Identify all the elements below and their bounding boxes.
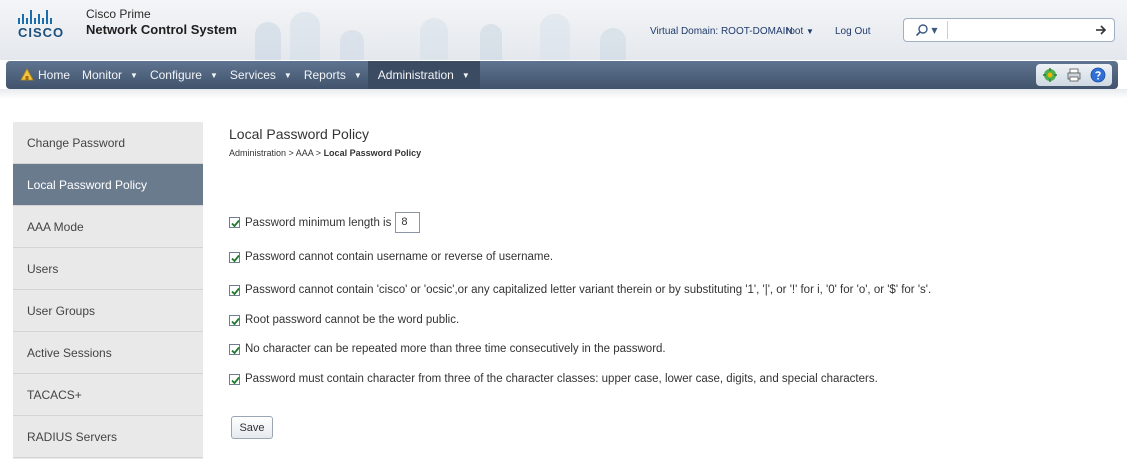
- search-input[interactable]: [952, 22, 1082, 38]
- nav-reports[interactable]: Reports ▼: [298, 61, 368, 89]
- checkmark-icon: [231, 287, 240, 295]
- sidebar-item-label: AAA Mode: [27, 219, 84, 234]
- nav-administration[interactable]: Administration ▼: [367, 61, 480, 89]
- product-name-line2: Network Control System: [86, 22, 237, 37]
- chevron-down-icon: ▼: [353, 70, 362, 80]
- header-decoration: [340, 30, 364, 60]
- breadcrumb-current: Local Password Policy: [323, 148, 422, 158]
- logout-link[interactable]: Log Out: [835, 26, 871, 37]
- header-decoration: [255, 22, 281, 60]
- sidebar-item-radius-servers[interactable]: RADIUS Servers: [13, 416, 203, 458]
- sidebar-item-label: Active Sessions: [27, 345, 112, 360]
- chevron-down-icon: ▼: [209, 70, 218, 80]
- sidebar-item-local-password-policy[interactable]: Local Password Policy: [13, 164, 203, 206]
- sidebar-item-tacacs[interactable]: TACACS+: [13, 374, 203, 416]
- settings-icon[interactable]: [1042, 67, 1058, 83]
- sidebar-item-user-groups[interactable]: User Groups: [13, 290, 203, 332]
- rule-label: Password cannot contain username or reve…: [245, 251, 554, 263]
- rule-checkbox[interactable]: [229, 343, 240, 355]
- chevron-down-icon: ▼: [461, 70, 470, 80]
- user-menu[interactable]: root ▼: [786, 26, 814, 37]
- sidebar-item-users[interactable]: Users: [13, 248, 203, 290]
- app-header: CISCO Cisco Prime Network Control System…: [0, 0, 1127, 60]
- sidebar-item-aaa-mode[interactable]: AAA Mode: [13, 206, 203, 248]
- nav-configure-label: Configure: [149, 68, 202, 82]
- sidebar-item-label: RADIUS Servers: [27, 429, 118, 444]
- cisco-logo: CISCO: [18, 8, 72, 42]
- nav-shadow-strip: [0, 89, 1127, 99]
- nav-monitor[interactable]: Monitor ▼: [76, 61, 144, 89]
- sidebar-item-label: Local Password Policy: [27, 177, 148, 192]
- search-icon: [916, 24, 929, 37]
- search-box: ▼: [903, 18, 1115, 42]
- chevron-down-icon: ▼: [931, 25, 938, 35]
- save-button[interactable]: Save: [231, 416, 273, 439]
- rule-label: Root password cannot be the word public.: [245, 314, 460, 326]
- nav-configure[interactable]: Configure ▼: [144, 61, 224, 89]
- product-name-line1: Cisco Prime: [86, 7, 151, 21]
- cisco-bars-icon: [18, 8, 72, 24]
- cisco-wordmark: CISCO: [18, 25, 65, 40]
- home-icon: [20, 68, 34, 81]
- checkmark-icon: [231, 254, 240, 262]
- search-scope-selector[interactable]: ▼: [906, 21, 948, 39]
- main-nav: Home Monitor ▼ Configure ▼ Services ▼ Re…: [6, 61, 1118, 89]
- toolbar-icons: [1036, 64, 1112, 86]
- sidebar-item-label: User Groups: [27, 303, 96, 318]
- sidebar: Change Password Local Password Policy AA…: [13, 122, 203, 459]
- sidebar-item-label: Change Password: [27, 135, 126, 150]
- breadcrumb: Administration > AAA > Local Password Po…: [229, 148, 421, 158]
- rule-label: No character can be repeated more than t…: [245, 343, 666, 355]
- sidebar-item-change-password[interactable]: Change Password: [13, 122, 203, 164]
- sidebar-item-label: TACACS+: [27, 387, 82, 402]
- help-icon[interactable]: [1090, 67, 1106, 83]
- chevron-down-icon: ▼: [806, 27, 814, 36]
- checkmark-icon: [231, 376, 240, 384]
- rule-char-classes: Password must contain character from thr…: [229, 373, 878, 385]
- header-decoration: [290, 12, 320, 60]
- page-title: Local Password Policy: [229, 126, 370, 142]
- rule-checkbox[interactable]: [229, 284, 240, 296]
- rule-no-cisco: Password cannot contain 'cisco' or 'ocsi…: [229, 284, 931, 296]
- rule-checkbox[interactable]: [229, 314, 240, 326]
- chevron-down-icon: ▼: [283, 70, 292, 80]
- breadcrumb-path: Administration > AAA >: [229, 148, 324, 158]
- min-length-label: Password minimum length is: [245, 216, 392, 229]
- min-length-checkbox[interactable]: [229, 217, 240, 228]
- checkmark-icon: [231, 219, 240, 228]
- nav-home-label: Home: [38, 68, 71, 82]
- nav-services[interactable]: Services ▼: [224, 61, 298, 89]
- rule-label: Password must contain character from thr…: [245, 373, 878, 385]
- nav-monitor-label: Monitor: [82, 68, 123, 82]
- header-decoration: [480, 24, 502, 60]
- min-length-input[interactable]: 8: [395, 212, 421, 233]
- print-icon[interactable]: [1066, 67, 1082, 83]
- nav-reports-label: Reports: [303, 68, 346, 82]
- rule-no-username: Password cannot contain username or reve…: [229, 251, 553, 263]
- nav-administration-label: Administration: [377, 68, 454, 82]
- rule-no-public: Root password cannot be the word public.: [229, 314, 459, 326]
- rule-no-repeat: No character can be repeated more than t…: [229, 343, 666, 355]
- checkmark-icon: [231, 317, 240, 325]
- checkmark-icon: [231, 346, 240, 354]
- chevron-down-icon: ▼: [130, 70, 138, 80]
- header-decoration: [600, 28, 626, 60]
- user-name: root: [786, 26, 804, 37]
- sidebar-item-label: Users: [27, 261, 59, 276]
- arrow-right-icon[interactable]: [1094, 23, 1108, 37]
- virtual-domain-link[interactable]: Virtual Domain: ROOT-DOMAIN: [650, 26, 793, 37]
- header-decoration: [540, 14, 570, 60]
- nav-home[interactable]: Home: [14, 61, 76, 89]
- rule-label: Password cannot contain 'cisco' or 'ocsi…: [245, 284, 932, 296]
- rule-min-length: Password minimum length is 8: [229, 212, 421, 233]
- rule-checkbox[interactable]: [229, 373, 240, 385]
- nav-services-label: Services: [229, 68, 276, 82]
- header-decoration: [420, 18, 448, 60]
- sidebar-item-active-sessions[interactable]: Active Sessions: [13, 332, 203, 374]
- rule-checkbox[interactable]: [229, 251, 240, 263]
